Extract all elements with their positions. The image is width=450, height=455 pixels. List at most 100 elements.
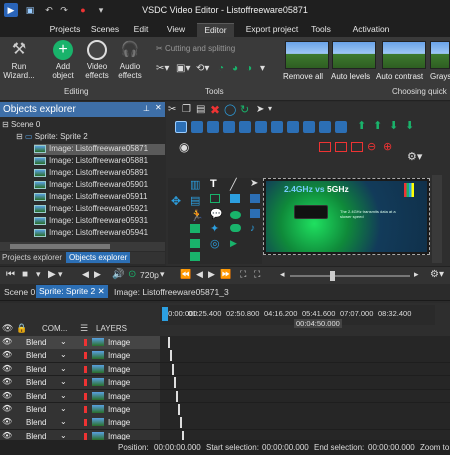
layer-row[interactable]: 👁 Blend ⌄ Image <box>0 336 450 350</box>
quality-select[interactable]: 720p <box>140 270 159 280</box>
zoom-out-timeline-icon[interactable]: ◂ <box>280 269 285 280</box>
next-frame-icon[interactable]: ▶ <box>208 269 215 280</box>
layer-row[interactable]: 👁 Blend ⌄ Image <box>0 416 450 430</box>
add-object-button[interactable]: + Add object <box>48 40 78 80</box>
cut-icon[interactable]: ✂ <box>168 104 176 115</box>
timeline-zoom-slider[interactable] <box>290 275 410 277</box>
frame-back-icon[interactable]: ⏪ <box>180 269 191 280</box>
frame-forward-icon[interactable]: ⏩ <box>220 269 231 280</box>
play-dropdown-icon[interactable]: ▾ <box>58 269 63 280</box>
paste-icon[interactable]: ▤ <box>196 104 205 115</box>
snap-icon[interactable] <box>319 142 331 152</box>
blend-mode[interactable]: Blend <box>26 338 46 347</box>
clip-bar[interactable] <box>178 404 180 415</box>
cutting-splitting-button[interactable]: ✂ Cutting and splitting <box>156 44 246 54</box>
zoom-in-icon[interactable]: ⊕ <box>383 140 392 153</box>
video-effects-button[interactable]: Video effects <box>82 40 112 80</box>
bubble-icon[interactable]: 💬 <box>210 209 222 220</box>
remove-all-thumb[interactable] <box>285 41 329 69</box>
tab-objects-explorer[interactable]: Objects explorer <box>66 252 131 263</box>
blend-dropdown-icon[interactable]: ⌄ <box>60 431 67 440</box>
blend-mode[interactable]: Blend <box>26 418 46 427</box>
more-icon[interactable]: ▾ <box>260 63 265 74</box>
move-down-icon[interactable]: ⬇ <box>405 119 414 132</box>
dropdown-arrow-icon[interactable]: ▾ <box>268 104 272 113</box>
crop-icon[interactable]: ▣▾ <box>176 63 190 74</box>
move-down-one-icon[interactable]: ⬇ <box>389 119 398 132</box>
blend-dropdown-icon[interactable]: ⌄ <box>60 364 67 373</box>
grayscale-label[interactable]: Grays <box>430 72 450 81</box>
align-top-icon[interactable] <box>223 121 235 133</box>
cut-tool-icon[interactable]: ✂▾ <box>156 63 169 74</box>
same-height-icon[interactable] <box>303 121 315 133</box>
blend-dropdown-icon[interactable]: ⌄ <box>60 417 67 426</box>
blend-mode[interactable]: Blend <box>26 378 46 387</box>
audio-effects-button[interactable]: 🎧 Audio effects <box>114 40 146 80</box>
blend-dropdown-icon[interactable]: ⌄ <box>60 391 67 400</box>
circle-icon[interactable]: ◯ <box>224 103 236 116</box>
play-back-icon[interactable]: ⏮ <box>6 269 15 280</box>
layer-row[interactable]: 👁 Blend ⌄ Image <box>0 349 450 363</box>
eye-icon[interactable]: 👁 <box>2 323 13 334</box>
layer-eye-icon[interactable]: 👁 <box>2 377 12 386</box>
fit-icon[interactable] <box>351 142 363 152</box>
run-wizard-button[interactable]: ⚒ Run Wizard... <box>2 40 36 80</box>
tab-projects-explorer[interactable]: Projects explorer <box>2 253 62 262</box>
move-up-icon[interactable]: ⬆ <box>357 119 366 132</box>
prev-frame-icon[interactable]: ◀ <box>196 269 203 280</box>
tree-image-8[interactable]: Image: Listoffreeware05941 <box>34 228 148 239</box>
rectangle-icon[interactable] <box>230 194 240 203</box>
layer-track[interactable] <box>160 336 450 349</box>
chart-line-icon[interactable] <box>190 224 200 233</box>
layer-track[interactable] <box>160 349 450 362</box>
play-icon[interactable]: ▶ <box>230 238 237 249</box>
layer-eye-icon[interactable]: 👁 <box>2 417 12 426</box>
menu-projects[interactable]: Projects <box>42 23 88 37</box>
layer-eye-icon[interactable]: 👁 <box>2 364 12 373</box>
audio-icon[interactable]: ♪ <box>250 223 255 234</box>
menu-scenes[interactable]: Scenes <box>88 23 122 37</box>
pointer-icon[interactable]: ➤ <box>250 178 258 189</box>
layer-track[interactable] <box>160 403 450 416</box>
zoom-out-icon[interactable]: ⊖ <box>367 140 376 153</box>
auto-contrast-label[interactable]: Auto contrast <box>376 72 423 81</box>
quality-icon[interactable]: ⊙ <box>128 269 136 280</box>
rotate-left-icon[interactable]: ◔ <box>218 63 224 74</box>
rotate-icon[interactable]: ⟲▾ <box>196 63 209 74</box>
menu-activation[interactable]: Activation <box>348 23 394 37</box>
blend-mode[interactable]: Blend <box>26 405 46 414</box>
timeline-settings-icon[interactable]: ⚙▾ <box>430 269 444 280</box>
layer-eye-icon[interactable]: 👁 <box>2 404 12 413</box>
preview-mode-icon[interactable]: ◉ <box>179 140 189 154</box>
blend-mode[interactable]: Blend <box>26 392 46 401</box>
fit-screen-icon[interactable]: ⛶ <box>240 269 246 280</box>
grayscale-thumb[interactable] <box>430 41 450 69</box>
menu-edit[interactable]: Edit <box>128 23 154 37</box>
walk-icon[interactable]: 🏃 <box>190 209 204 222</box>
close-tab-icon[interactable]: ✕ <box>98 286 105 296</box>
layer-eye-icon[interactable]: 👁 <box>2 431 12 440</box>
text-icon[interactable]: T <box>210 178 217 190</box>
align-bottom-icon[interactable] <box>255 121 267 133</box>
volume-icon[interactable]: 🔊 <box>112 269 124 280</box>
menu-tools[interactable]: Tools <box>309 23 333 37</box>
blend-dropdown-icon[interactable]: ⌄ <box>60 337 67 346</box>
clip-icon[interactable] <box>190 252 200 261</box>
clip-bar[interactable] <box>180 417 182 429</box>
image-icon[interactable] <box>250 194 260 203</box>
auto-levels-label[interactable]: Auto levels <box>331 72 370 81</box>
align-left-icon[interactable] <box>175 121 187 133</box>
bar-chart-icon[interactable]: ▥ <box>190 178 200 191</box>
clip-bar[interactable] <box>168 337 170 348</box>
video-preview[interactable]: 2.4GHz vs 5GHz The 2.4GHz transmits data… <box>263 178 430 255</box>
layer-eye-icon[interactable]: 👁 <box>2 350 12 359</box>
auto-levels-thumb[interactable] <box>332 41 376 69</box>
distribute-icon[interactable] <box>271 121 283 133</box>
video-icon[interactable] <box>190 239 200 248</box>
undo-tool-icon[interactable]: ↻ <box>240 103 249 116</box>
cursor-icon[interactable]: ➤ <box>256 104 264 115</box>
line-icon[interactable]: ╱ <box>230 178 237 191</box>
layer-track[interactable] <box>160 416 450 429</box>
crop-frame-icon[interactable] <box>335 142 347 152</box>
clip-bar[interactable] <box>172 363 174 375</box>
